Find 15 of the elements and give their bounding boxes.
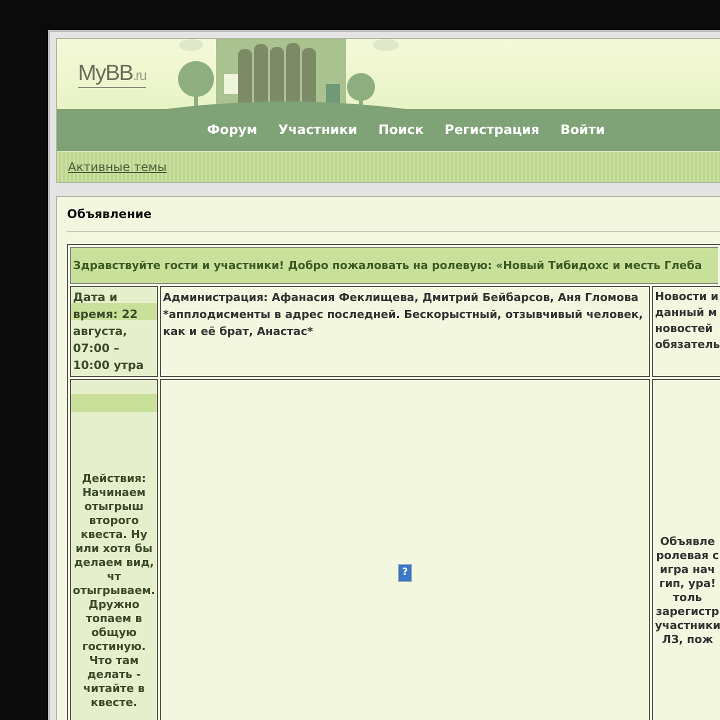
nav-link[interactable]: Поиск	[378, 122, 424, 138]
announcement-title: Объявление	[67, 207, 720, 232]
notice-cell: Объявле ролевая с игра нач гип, ура! толь зарегистр участники ЛЗ, пож	[652, 379, 720, 720]
nav-link[interactable]: Войти	[560, 122, 605, 138]
logo[interactable]: MyBB.ru	[78, 61, 146, 88]
active-topics-link[interactable]: Активные темы	[68, 160, 167, 174]
actions-text: Действия: Начинаем отыгрыш второго квеста. Ну или хотя бы делаем вид, чт отыгрываем. Дружно топаем в общую гостиную. Что там делать - читайте в квесте.	[72, 472, 156, 710]
nav-link[interactable]: Регистрация	[444, 122, 540, 138]
news-cell: Новости и данный м новостей обязатель	[652, 286, 720, 377]
nav-link[interactable]: Форум	[207, 122, 258, 138]
welcome-banner: Здравствуйте гости и участники! Добро пожаловать на ролевую: «Новый Тибидохс и месть Глеба	[70, 247, 718, 284]
date-cell: Дата и время: 22 августа, 07:00 – 10:00 утра	[70, 286, 158, 377]
nav-link[interactable]: Участники	[278, 122, 358, 138]
broken-image-icon: ?	[398, 564, 412, 582]
admins-cell: Администрация: Афанасия Феклищева, Дмитрий Бейбарсов, Аня Гломова *апплодисменты в адрес последней. Бескорыстный, отзывчивый человек, как и её брат, Анастас*	[160, 286, 650, 377]
